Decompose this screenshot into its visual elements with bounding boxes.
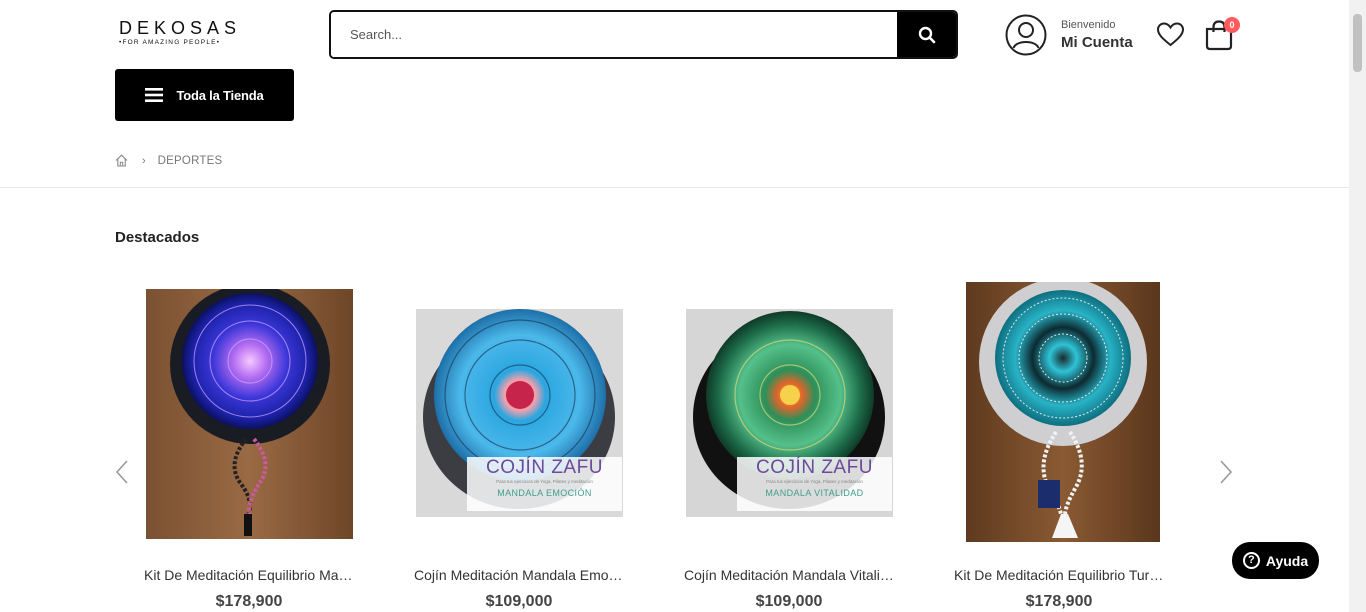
product-card[interactable]: Kit De Meditación Equilibrio Turquesa $1… bbox=[954, 280, 1164, 610]
help-button[interactable]: ? Ayuda bbox=[1232, 542, 1319, 579]
caption-subtitle: MANDALA VITALIDAD bbox=[765, 488, 864, 498]
product-name[interactable]: Kit De Meditación Equilibrio Turquesa bbox=[954, 567, 1164, 583]
question-icon: ? bbox=[1242, 552, 1260, 569]
all-store-menu-button[interactable]: Toda la Tienda bbox=[115, 69, 294, 121]
chevron-right-icon: › bbox=[142, 154, 146, 167]
welcome-text: Bienvenido bbox=[1061, 18, 1116, 31]
brand-tagline: •FOR AMAZING PEOPLE• bbox=[119, 39, 221, 46]
search-button[interactable] bbox=[897, 12, 956, 57]
home-icon[interactable] bbox=[115, 154, 128, 167]
search-icon bbox=[918, 26, 935, 43]
heart-icon[interactable] bbox=[1156, 21, 1185, 48]
product-price: $178,900 bbox=[215, 593, 283, 610]
product-caption: COJÍN ZAFU Para tus ejercicios de Yoga, … bbox=[467, 457, 622, 511]
account-link[interactable]: Bienvenido Mi Cuenta bbox=[1005, 14, 1133, 56]
search-bar bbox=[329, 10, 958, 59]
all-store-label: Toda la Tienda bbox=[176, 87, 264, 103]
caption-small: Para tus ejercicios de Yoga, Pilates y m… bbox=[496, 479, 593, 484]
product-image[interactable]: COJÍN ZAFU Para tus ejercicios de Yoga, … bbox=[414, 280, 624, 544]
page: DEKOSAS •FOR AMAZING PEOPLE• Bienvenido … bbox=[0, 0, 1366, 612]
breadcrumb: › DEPORTES bbox=[115, 154, 222, 167]
caption-title: COJÍN ZAFU bbox=[756, 457, 873, 478]
help-label: Ayuda bbox=[1265, 552, 1309, 569]
product-image[interactable] bbox=[144, 280, 354, 544]
brand-logo[interactable]: DEKOSAS •FOR AMAZING PEOPLE• bbox=[119, 18, 239, 46]
caption-title: COJÍN ZAFU bbox=[486, 457, 603, 478]
product-price: $178,900 bbox=[1025, 593, 1093, 610]
brand-name: DEKOSAS bbox=[119, 18, 242, 38]
caption-small: Para tus ejercicios de Yoga, Pilates y m… bbox=[766, 479, 863, 484]
user-icon bbox=[1005, 14, 1047, 56]
product-name[interactable]: Cojín Meditación Mandala Vitalidad bbox=[684, 567, 894, 583]
section-title: Destacados bbox=[115, 229, 200, 246]
breadcrumb-current: DEPORTES bbox=[157, 154, 223, 167]
product-card[interactable]: COJÍN ZAFU Para tus ejercicios de Yoga, … bbox=[414, 280, 624, 610]
product-card[interactable]: Kit De Meditación Equilibrio Mandala $17… bbox=[144, 280, 354, 610]
product-price: $109,000 bbox=[485, 593, 553, 610]
product-image[interactable]: COJÍN ZAFU Para tus ejercicios de Yoga, … bbox=[684, 280, 894, 544]
product-price: $109,000 bbox=[755, 593, 823, 610]
caption-subtitle: MANDALA EMOCIÓN bbox=[497, 488, 592, 498]
my-account-label: Mi Cuenta bbox=[1061, 33, 1133, 51]
scrollbar-thumb[interactable] bbox=[1353, 14, 1362, 72]
divider bbox=[0, 187, 1349, 188]
carousel-prev-icon[interactable] bbox=[114, 458, 130, 486]
hamburger-icon bbox=[145, 88, 164, 102]
search-input[interactable] bbox=[331, 12, 897, 57]
product-photo bbox=[145, 289, 353, 539]
cart-count-badge: 0 bbox=[1224, 17, 1240, 33]
product-name[interactable]: Cojín Meditación Mandala Emoción bbox=[414, 567, 624, 583]
product-card[interactable]: COJÍN ZAFU Para tus ejercicios de Yoga, … bbox=[684, 280, 894, 610]
product-photo bbox=[966, 282, 1160, 542]
product-name[interactable]: Kit De Meditación Equilibrio Mandala bbox=[144, 567, 354, 583]
page-scrollbar[interactable] bbox=[1349, 0, 1366, 612]
carousel-next-icon[interactable] bbox=[1218, 458, 1234, 486]
product-image[interactable] bbox=[954, 280, 1164, 544]
product-caption: COJÍN ZAFU Para tus ejercicios de Yoga, … bbox=[737, 457, 892, 511]
